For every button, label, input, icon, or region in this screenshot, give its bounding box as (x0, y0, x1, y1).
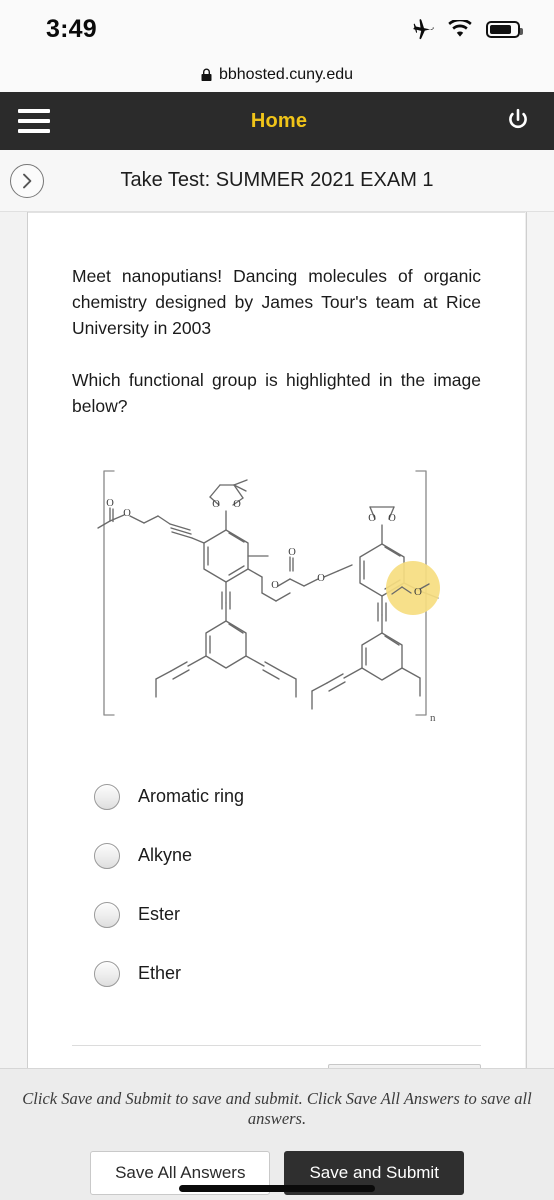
option-ether[interactable]: Ether (94, 944, 481, 1003)
airplane-icon (413, 19, 434, 40)
radio-button[interactable] (94, 901, 120, 928)
status-time: 3:49 (46, 14, 97, 43)
highlight-circle (386, 561, 440, 615)
molecule-svg: O O O O O O O O O O n (97, 470, 440, 724)
atom-label-o: O (106, 498, 114, 509)
ether-oxygen-label: O (414, 586, 422, 598)
left-gutter (0, 212, 28, 1068)
question-footer: 2 points Save Answer (72, 1045, 481, 1068)
radio-button[interactable] (94, 842, 120, 869)
polymer-subscript: n (430, 712, 436, 724)
atom-label-o: O (123, 508, 131, 519)
question-sheet: Meet nanoputians! Dancing molecules of o… (28, 212, 525, 1068)
url-bar[interactable]: bbhosted.cuny.edu (0, 58, 554, 92)
atom-label-o: O (288, 547, 296, 558)
option-label: Alkyne (138, 845, 193, 865)
url-text: bbhosted.cuny.edu (218, 66, 354, 83)
chevron-right-icon (22, 173, 31, 188)
battery-icon (486, 20, 523, 38)
answer-options: Aromatic ring Alkyne Ester Ether (72, 767, 481, 1003)
atom-label-o: O (212, 499, 220, 510)
status-icons (410, 18, 523, 40)
radio-button[interactable] (94, 960, 120, 987)
lock-icon (201, 68, 212, 81)
power-icon[interactable] (504, 107, 532, 135)
atom-label-o: O (368, 513, 376, 524)
option-ester[interactable]: Ester (94, 885, 481, 944)
content-area: Meet nanoputians! Dancing molecules of o… (0, 212, 554, 1068)
hamburger-menu-icon[interactable] (14, 104, 54, 138)
option-aromatic-ring[interactable]: Aromatic ring (94, 767, 481, 826)
atom-label-o: O (388, 513, 396, 524)
forward-nav-button[interactable] (10, 163, 44, 198)
breadcrumb-title: Take Test: SUMMER 2021 EXAM 1 (120, 169, 434, 191)
atom-label-o: O (317, 573, 325, 584)
option-label: Aromatic ring (138, 786, 245, 806)
nanoputian-molecule-diagram: O O O O O O O O O O n (86, 453, 481, 733)
option-alkyne[interactable]: Alkyne (94, 826, 481, 885)
question-prompt: Which functional group is highlighted in… (72, 370, 481, 416)
question-intro: Meet nanoputians! Dancing molecules of o… (72, 266, 481, 338)
app-header: Home (0, 92, 554, 150)
wifi-icon (448, 20, 472, 37)
option-label: Ether (138, 963, 182, 983)
breadcrumb: Take Test: SUMMER 2021 EXAM 1 (0, 150, 554, 212)
right-gutter (526, 212, 554, 1068)
atom-label-o: O (233, 499, 241, 510)
radio-button[interactable] (94, 783, 120, 810)
bottom-action-bar: Click Save and Submit to save and submit… (0, 1068, 554, 1200)
submit-hint-text: Click Save and Submit to save and submit… (22, 1089, 532, 1128)
option-label: Ester (138, 904, 181, 924)
status-bar: 3:49 (0, 0, 554, 58)
atom-label-o: O (271, 580, 279, 591)
phone-screen: 3:49 bbhosted.cuny.edu Home Take Test: S… (0, 0, 554, 1200)
home-indicator[interactable] (179, 1185, 375, 1192)
page-title: Home (250, 109, 308, 132)
